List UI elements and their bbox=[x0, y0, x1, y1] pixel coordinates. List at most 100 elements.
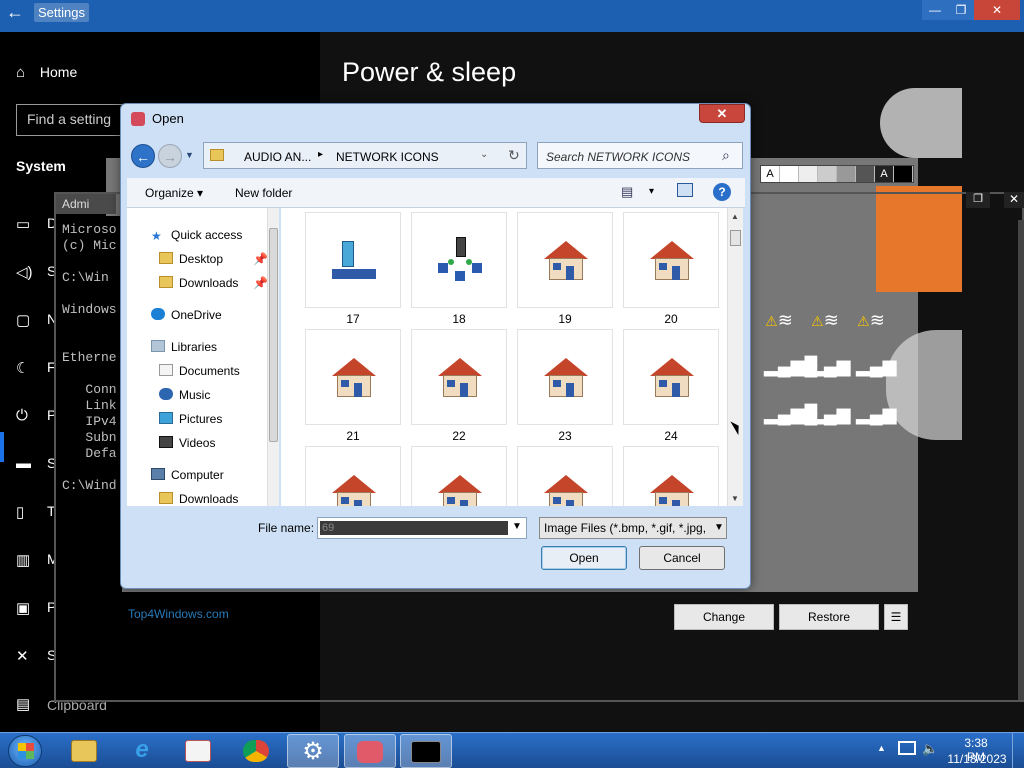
chevron-down-icon[interactable]: ▼ bbox=[714, 522, 724, 533]
file-tile-label[interactable]: 23 bbox=[517, 429, 613, 443]
tablet-icon[interactable]: ▯ bbox=[16, 503, 36, 521]
file-tile[interactable] bbox=[517, 446, 613, 506]
swatch[interactable] bbox=[799, 166, 818, 182]
change-button[interactable]: Change bbox=[674, 604, 774, 630]
chevron-down-icon[interactable]: ▼ bbox=[512, 521, 522, 532]
cmd-maximize-button[interactable]: ❐ bbox=[966, 192, 990, 208]
breadcrumb-segment[interactable]: AUDIO AN... bbox=[244, 150, 311, 164]
file-tile[interactable] bbox=[411, 446, 507, 506]
shared-experiences-icon[interactable]: ✕ bbox=[16, 647, 36, 665]
nav-documents[interactable]: Documents bbox=[159, 364, 240, 378]
taskbar-settings[interactable]: ⚙ bbox=[287, 734, 339, 768]
nav-downloads[interactable]: Downloads bbox=[159, 276, 238, 290]
taskbar-chrome[interactable] bbox=[230, 734, 282, 768]
nav-home[interactable]: ⌂ Home bbox=[16, 64, 77, 81]
file-type-select[interactable]: Image Files (*.bmp, *.gif, *.jpg, ▼ bbox=[539, 517, 727, 539]
file-list-scrollbar[interactable] bbox=[727, 208, 743, 506]
chevron-down-icon[interactable]: ▾ bbox=[649, 186, 654, 197]
new-folder-button[interactable]: New folder bbox=[235, 186, 292, 200]
focus-assist-icon[interactable]: ☾ bbox=[16, 359, 36, 377]
chevron-down-icon[interactable]: ⌄ bbox=[480, 149, 488, 160]
file-tile-label[interactable]: 19 bbox=[517, 312, 613, 326]
find-setting-input[interactable]: Find a setting bbox=[16, 104, 128, 136]
nav-desktop[interactable]: Desktop bbox=[159, 252, 223, 266]
file-tile[interactable] bbox=[411, 329, 507, 425]
file-tile-label[interactable]: 20 bbox=[623, 312, 719, 326]
scroll-down-icon[interactable]: ▼ bbox=[731, 494, 739, 503]
file-tile[interactable] bbox=[517, 329, 613, 425]
cancel-button[interactable]: Cancel bbox=[639, 546, 725, 570]
power-icon[interactable]: ⏻ bbox=[16, 407, 36, 424]
file-tile[interactable] bbox=[517, 212, 613, 308]
nav-libraries[interactable]: Libraries bbox=[151, 340, 217, 354]
scroll-up-icon[interactable]: ▲ bbox=[731, 212, 739, 221]
file-tile[interactable] bbox=[623, 212, 719, 308]
clipboard-icon[interactable]: ▤ bbox=[16, 695, 36, 713]
network-tray-icon[interactable] bbox=[898, 741, 916, 755]
file-tile[interactable] bbox=[411, 212, 507, 308]
preview-pane-icon[interactable] bbox=[677, 183, 693, 197]
help-icon[interactable]: ? bbox=[713, 183, 731, 201]
search-input[interactable]: Search NETWORK ICONS ⌕ bbox=[537, 142, 743, 169]
start-button[interactable] bbox=[8, 735, 42, 767]
menu-button[interactable]: ☰ bbox=[884, 604, 908, 630]
close-button[interactable]: ✕ bbox=[974, 0, 1020, 20]
breadcrumb-separator-icon[interactable]: ▸ bbox=[318, 149, 323, 160]
file-tile-label[interactable]: 18 bbox=[411, 312, 507, 326]
taskbar-app[interactable] bbox=[344, 734, 396, 768]
back-button[interactable]: ← bbox=[131, 144, 155, 168]
file-tile[interactable] bbox=[305, 446, 401, 506]
display-icon[interactable]: ▭ bbox=[16, 215, 36, 233]
file-tile-label[interactable]: 22 bbox=[411, 429, 507, 443]
sound-icon[interactable]: ◁) bbox=[16, 263, 36, 281]
command-prompt-output[interactable]: Microso (c) Mic C:\Win Windows Etherne C… bbox=[56, 216, 122, 696]
show-hidden-icons-icon[interactable]: ▲ bbox=[877, 743, 886, 753]
projecting-icon[interactable]: ▣ bbox=[16, 599, 36, 617]
open-button[interactable]: Open bbox=[541, 546, 627, 570]
swatch-label[interactable]: A bbox=[761, 166, 780, 182]
minimize-button[interactable]: — bbox=[922, 0, 948, 20]
views-icon[interactable]: ▤ bbox=[621, 184, 633, 200]
nav-downloads[interactable]: Downloads bbox=[159, 492, 238, 506]
swatch[interactable] bbox=[837, 166, 856, 182]
refresh-icon[interactable]: ↻ bbox=[508, 147, 520, 164]
back-arrow-icon[interactable]: ← bbox=[6, 2, 24, 23]
taskbar-command-prompt[interactable] bbox=[400, 734, 452, 768]
file-tile[interactable] bbox=[623, 329, 719, 425]
nav-videos[interactable]: Videos bbox=[159, 436, 215, 450]
swatch[interactable] bbox=[818, 166, 837, 182]
nav-computer[interactable]: Computer bbox=[151, 468, 224, 482]
file-name-input[interactable]: 69 ▼ bbox=[317, 517, 527, 539]
file-list-scroll-thumb[interactable] bbox=[730, 230, 741, 246]
file-tile-label[interactable]: 21 bbox=[305, 429, 401, 443]
volume-muted-icon[interactable]: 🔈 bbox=[922, 741, 938, 757]
nav-music[interactable]: Music bbox=[159, 388, 210, 402]
dialog-close-button[interactable]: ✕ bbox=[699, 104, 745, 123]
file-tile[interactable] bbox=[623, 446, 719, 506]
multitasking-icon[interactable]: ▥ bbox=[16, 551, 36, 569]
cmd-close-button[interactable]: ✕ bbox=[1004, 192, 1024, 208]
file-name-value[interactable]: 69 bbox=[320, 521, 508, 535]
cmd-scrollbar[interactable] bbox=[1018, 220, 1024, 700]
file-tile-label[interactable]: 24 bbox=[623, 429, 719, 443]
nav-onedrive[interactable]: OneDrive bbox=[151, 308, 222, 322]
nav-quick-access[interactable]: ★ Quick access bbox=[151, 228, 242, 243]
swatch-label[interactable]: A bbox=[875, 166, 894, 182]
show-desktop-button[interactable] bbox=[1012, 733, 1024, 768]
file-tile-label[interactable]: 17 bbox=[305, 312, 401, 326]
notifications-icon[interactable]: ▢ bbox=[16, 311, 36, 329]
address-bar[interactable]: AUDIO AN... ▸ NETWORK ICONS ⌄ ↻ bbox=[203, 142, 527, 169]
restore-button[interactable]: Restore bbox=[779, 604, 879, 630]
clock-date[interactable]: 11/18/2023 bbox=[946, 752, 1008, 766]
taskbar-media-player[interactable] bbox=[172, 734, 224, 768]
forward-button[interactable]: → bbox=[158, 144, 182, 168]
organize-button[interactable]: Organize ▾ bbox=[145, 186, 203, 200]
file-tile[interactable] bbox=[305, 212, 401, 308]
taskbar-file-explorer[interactable] bbox=[58, 734, 110, 768]
file-tile[interactable] bbox=[305, 329, 401, 425]
search-icon[interactable]: ⌕ bbox=[722, 147, 730, 164]
battery-icon[interactable]: ▬ bbox=[16, 455, 36, 472]
swatch[interactable] bbox=[856, 166, 875, 182]
breadcrumb-segment[interactable]: NETWORK ICONS bbox=[336, 150, 439, 164]
recent-locations-icon[interactable]: ▼ bbox=[185, 150, 194, 160]
